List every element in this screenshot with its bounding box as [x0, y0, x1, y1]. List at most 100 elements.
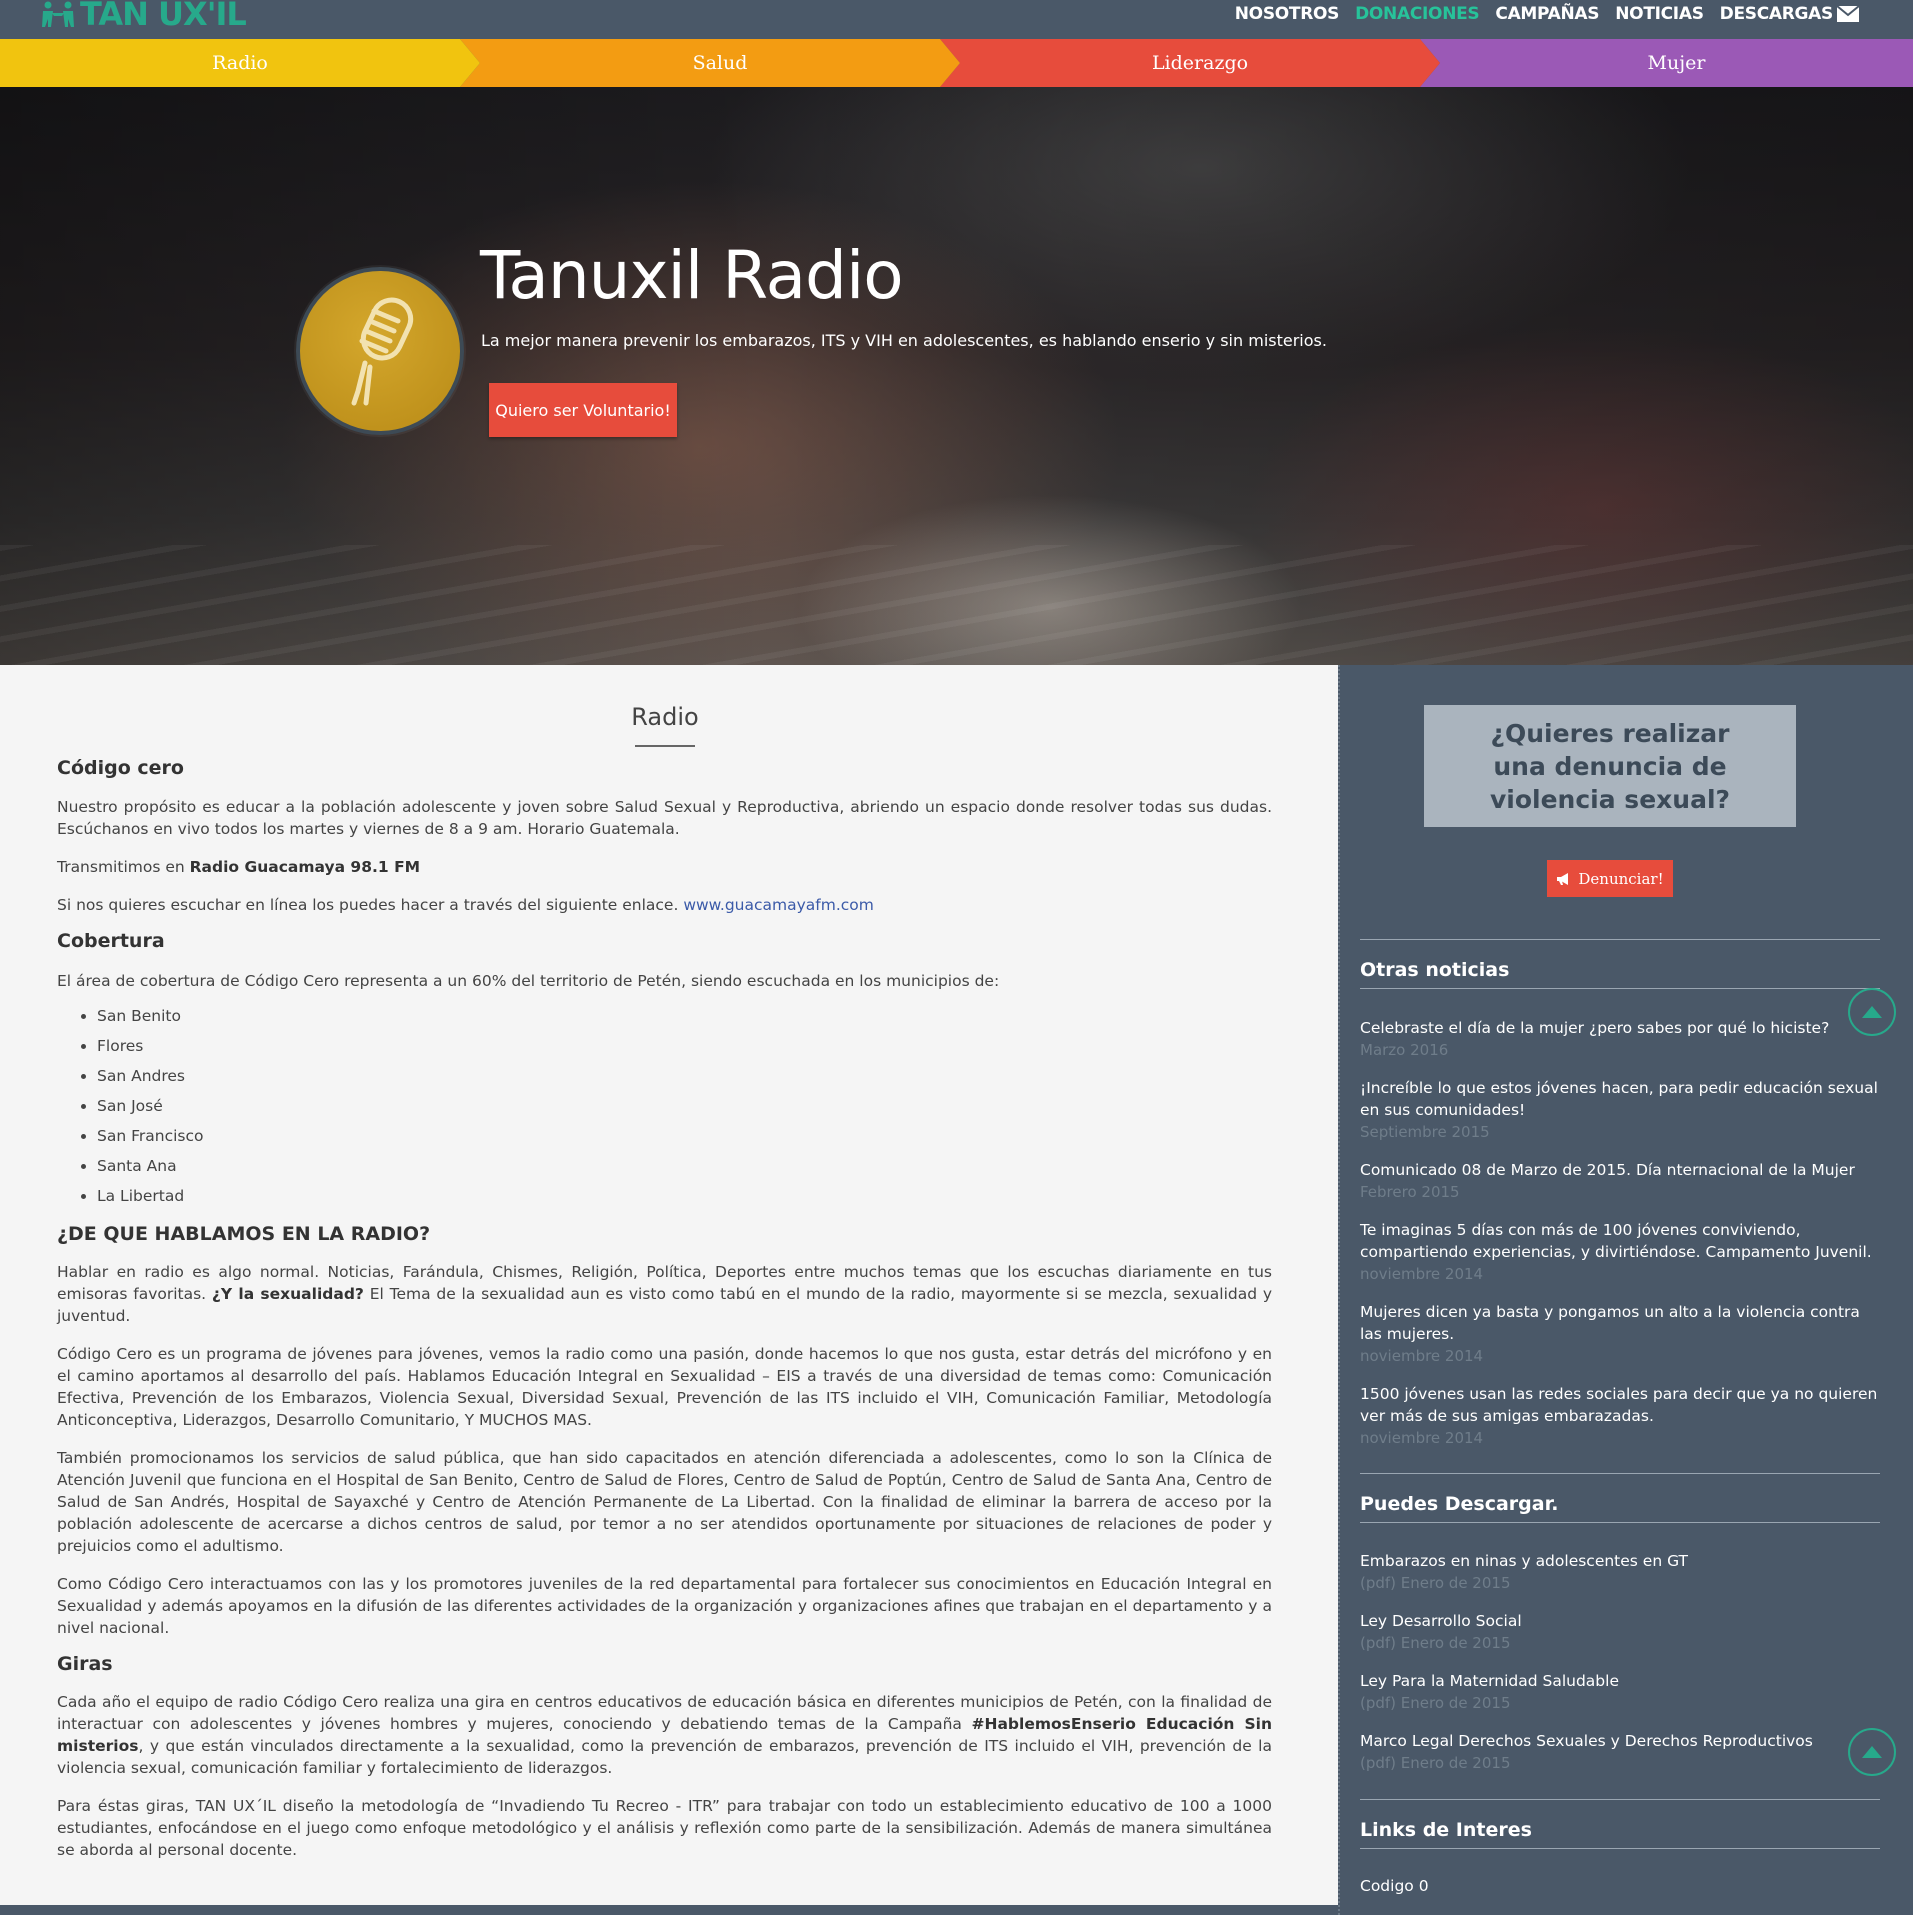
list-item: San Benito [97, 1001, 1272, 1031]
descarga-title[interactable]: Embarazos en ninas y adolescentes en GT [1360, 1550, 1880, 1572]
hero-banner: Tanuxil Radio La mejor manera prevenir l… [0, 87, 1913, 665]
hero-title: Tanuxil Radio [480, 237, 904, 314]
volunteer-button[interactable]: Quiero ser Voluntario! [489, 383, 677, 437]
noticia-date: Septiembre 2015 [1360, 1123, 1490, 1141]
descarga-meta: (pdf) Enero de 2015 [1360, 1634, 1511, 1652]
heading-links: Links de Interes [1360, 1819, 1532, 1841]
descargas-list: Embarazos en ninas y adolescentes en GT … [1360, 1550, 1880, 1790]
logo-text: TAN UX'IL [80, 0, 247, 33]
descarga-title[interactable]: Ley Para la Maternidad Saludable [1360, 1670, 1880, 1692]
page-title: Radio [631, 703, 699, 731]
paragraph-hablamos-4: Como Código Cero interactuamos con las y… [57, 1575, 1272, 1637]
nav-descargas[interactable]: DESCARGAS [1720, 4, 1834, 24]
link-title[interactable]: Codigo 0 [1360, 1875, 1880, 1897]
noticia-date: Marzo 2016 [1360, 1041, 1449, 1059]
paragraph-giras-1: Cada año el equipo de radio Código Cero … [57, 1691, 1272, 1779]
list-item[interactable]: Comunicado 08 de Marzo de 2015. Día nter… [1360, 1159, 1880, 1203]
category-mujer[interactable]: Mujer [1420, 39, 1913, 87]
divider [1360, 1799, 1880, 1800]
paragraph-proposito: Nuestro propósito es educar a la poblaci… [57, 798, 1272, 838]
paragraph-cobertura: El área de cobertura de Código Cero repr… [57, 972, 1000, 990]
denunciar-label: Denunciar! [1578, 869, 1664, 888]
heading-otras-noticias: Otras noticias [1360, 959, 1510, 981]
online-text: Si nos quieres escuchar en línea los pue… [57, 896, 684, 914]
heading-codigo-cero: Código cero [57, 757, 184, 779]
top-nav: NOSOTROS DONACIONES CAMPAÑAS NOTICIAS DE… [1235, 4, 1859, 24]
heading-cobertura: Cobertura [57, 930, 165, 952]
noticia-title[interactable]: Te imaginas 5 días con más de 100 jóvene… [1360, 1219, 1880, 1263]
list-item[interactable]: Ley Desarrollo Social (pdf) Enero de 201… [1360, 1610, 1880, 1654]
guacamaya-link[interactable]: www.guacamayafm.com [683, 896, 874, 914]
descarga-title[interactable]: Marco Legal Derechos Sexuales y Derechos… [1360, 1730, 1880, 1752]
noticia-date: noviembre 2014 [1360, 1347, 1484, 1365]
divider [1360, 1473, 1880, 1474]
list-item[interactable]: Embarazos en ninas y adolescentes en GT … [1360, 1550, 1880, 1594]
heading-hablamos: ¿DE QUE HABLAMOS EN LA RADIO? [57, 1223, 431, 1245]
list-item[interactable]: Celebraste el día de la mujer ¿pero sabe… [1360, 1017, 1880, 1061]
category-radio[interactable]: Radio [0, 39, 480, 87]
divider [1360, 988, 1880, 989]
paragraph-hablamos-1: Hablar en radio es algo normal. Noticias… [57, 1261, 1272, 1327]
noticia-date: Febrero 2015 [1360, 1183, 1460, 1201]
denuncia-callout: ¿Quieres realizar una denuncia de violen… [1424, 705, 1796, 827]
descarga-meta: (pdf) Enero de 2015 [1360, 1754, 1511, 1772]
descarga-meta: (pdf) Enero de 2015 [1360, 1694, 1511, 1712]
paragraph-hablamos-3: También promocionamos los servicios de s… [57, 1449, 1272, 1555]
paragraph-transmitimos: Transmitimos en Radio Guacamaya 98.1 FM [57, 856, 1272, 878]
logo[interactable]: TAN UX'IL [40, 0, 247, 33]
paragraph-online: Si nos quieres escuchar en línea los pue… [57, 894, 1272, 916]
nav-donaciones[interactable]: DONACIONES [1355, 4, 1480, 24]
triangle-up-icon [1862, 1746, 1882, 1758]
links-list: Codigo 0 [1360, 1875, 1880, 1913]
list-item[interactable]: Codigo 0 [1360, 1875, 1880, 1897]
category-liderazgo[interactable]: Liderazgo [940, 39, 1440, 87]
noticia-title[interactable]: Mujeres dicen ya basta y pongamos un alt… [1360, 1301, 1880, 1345]
sidebar: ¿Quieres realizar una denuncia de violen… [1338, 665, 1913, 1915]
noticia-title[interactable]: Comunicado 08 de Marzo de 2015. Día nter… [1360, 1159, 1880, 1181]
list-item[interactable]: Mujeres dicen ya basta y pongamos un alt… [1360, 1301, 1880, 1367]
list-item[interactable]: Ley Para la Maternidad Saludable (pdf) E… [1360, 1670, 1880, 1714]
triangle-up-icon [1862, 1006, 1882, 1018]
megaphone-icon [1557, 872, 1569, 885]
list-item: La Libertad [97, 1181, 1272, 1211]
municipios-list: San Benito Flores San Andres San José Sa… [57, 1001, 1272, 1211]
descarga-title[interactable]: Ley Desarrollo Social [1360, 1610, 1880, 1632]
list-item: Flores [97, 1031, 1272, 1061]
noticia-title[interactable]: 1500 jóvenes usan las redes sociales par… [1360, 1383, 1880, 1427]
divider [1360, 1522, 1880, 1523]
transmitimos-text: Transmitimos en [57, 858, 190, 876]
microphone-icon [351, 297, 414, 406]
list-item: San José [97, 1091, 1272, 1121]
scroll-top-button[interactable] [1848, 988, 1896, 1036]
denunciar-button[interactable]: Denunciar! [1547, 860, 1673, 897]
noticia-date: noviembre 2014 [1360, 1429, 1484, 1447]
category-salud[interactable]: Salud [460, 39, 960, 87]
nav-campanas[interactable]: CAMPAÑAS [1495, 4, 1599, 24]
people-logo-icon [42, 1, 74, 27]
paragraph-hablamos-2: Código Cero es un programa de jóvenes pa… [57, 1345, 1272, 1429]
noticia-title[interactable]: ¡Increíble lo que estos jóvenes hacen, p… [1360, 1077, 1880, 1121]
hero-mixer-texture [0, 545, 1913, 665]
top-bar: TAN UX'IL NOSOTROS DONACIONES CAMPAÑAS N… [0, 0, 1913, 39]
heading-giras: Giras [57, 1653, 113, 1675]
list-item[interactable]: ¡Increíble lo que estos jóvenes hacen, p… [1360, 1077, 1880, 1143]
list-item: Santa Ana [97, 1151, 1272, 1181]
list-item[interactable]: Te imaginas 5 días con más de 100 jóvene… [1360, 1219, 1880, 1285]
noticia-date: noviembre 2014 [1360, 1265, 1484, 1283]
title-underline [635, 745, 695, 747]
denuncia-text: ¿Quieres realizar una denuncia de violen… [1489, 718, 1731, 814]
heading-descargas: Puedes Descargar. [1360, 1493, 1559, 1515]
paragraph-giras-2: Para éstas giras, TAN UX´IL diseño la me… [57, 1797, 1272, 1859]
hero-subtitle: La mejor manera prevenir los embarazos, … [481, 331, 1327, 350]
nav-nosotros[interactable]: NOSOTROS [1235, 4, 1340, 24]
mail-icon[interactable] [1837, 6, 1859, 22]
noticia-title[interactable]: Celebraste el día de la mujer ¿pero sabe… [1360, 1017, 1880, 1039]
nav-noticias[interactable]: NOTICIAS [1615, 4, 1704, 24]
hablamos-1-bold: ¿Y la sexualidad? [211, 1285, 364, 1303]
list-item: San Francisco [97, 1121, 1272, 1151]
main-content: Radio Código cero Nuestro propósito es e… [0, 665, 1338, 1905]
scroll-top-button[interactable] [1848, 1728, 1896, 1776]
list-item[interactable]: 1500 jóvenes usan las redes sociales par… [1360, 1383, 1880, 1449]
list-item[interactable]: Marco Legal Derechos Sexuales y Derechos… [1360, 1730, 1880, 1774]
divider [1360, 939, 1880, 940]
